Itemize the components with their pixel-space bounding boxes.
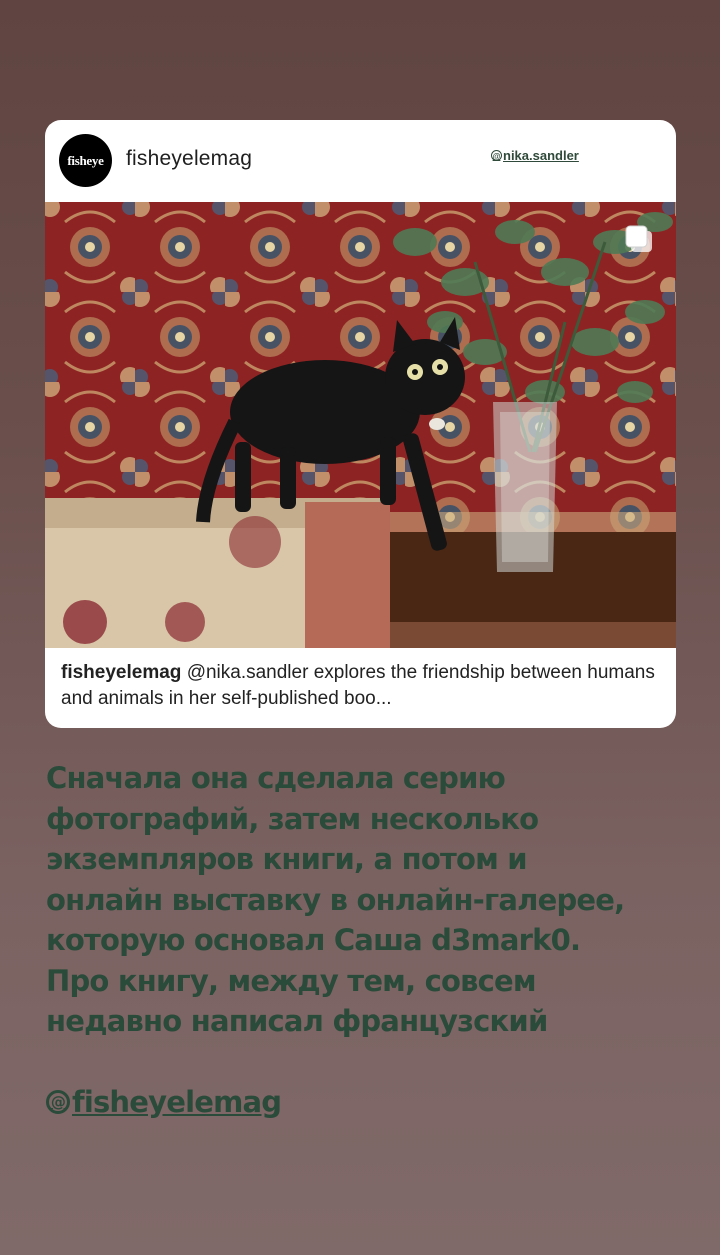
- caption-username[interactable]: fisheyelemag: [61, 662, 181, 683]
- shared-post-card[interactable]: fisheye fisheyelemag @ nika.sandler fish…: [45, 120, 676, 728]
- cat-photo: [45, 202, 676, 648]
- story-mention-label: fisheyelemag: [72, 1085, 282, 1119]
- story-text: Сначала она сделала серию фотографий, за…: [46, 761, 625, 1038]
- at-sign-icon: @: [46, 1090, 70, 1114]
- mention-sticker-label: nika.sandler: [503, 148, 579, 163]
- post-header: fisheye fisheyelemag @ nika.sandler: [45, 120, 676, 202]
- avatar[interactable]: fisheye: [59, 134, 112, 187]
- post-photo[interactable]: [45, 202, 676, 648]
- at-sign-icon: @: [491, 150, 502, 161]
- avatar-logo-text: fisheye: [67, 152, 104, 168]
- multiple-photos-icon: [624, 224, 654, 254]
- post-caption: fisheyelemag @nika.sandler explores the …: [61, 660, 661, 712]
- mention-sticker[interactable]: @ nika.sandler: [491, 148, 579, 163]
- post-username[interactable]: fisheyelemag: [126, 147, 252, 171]
- story-mention-fisheyelemag[interactable]: @ fisheyelemag: [46, 1082, 282, 1122]
